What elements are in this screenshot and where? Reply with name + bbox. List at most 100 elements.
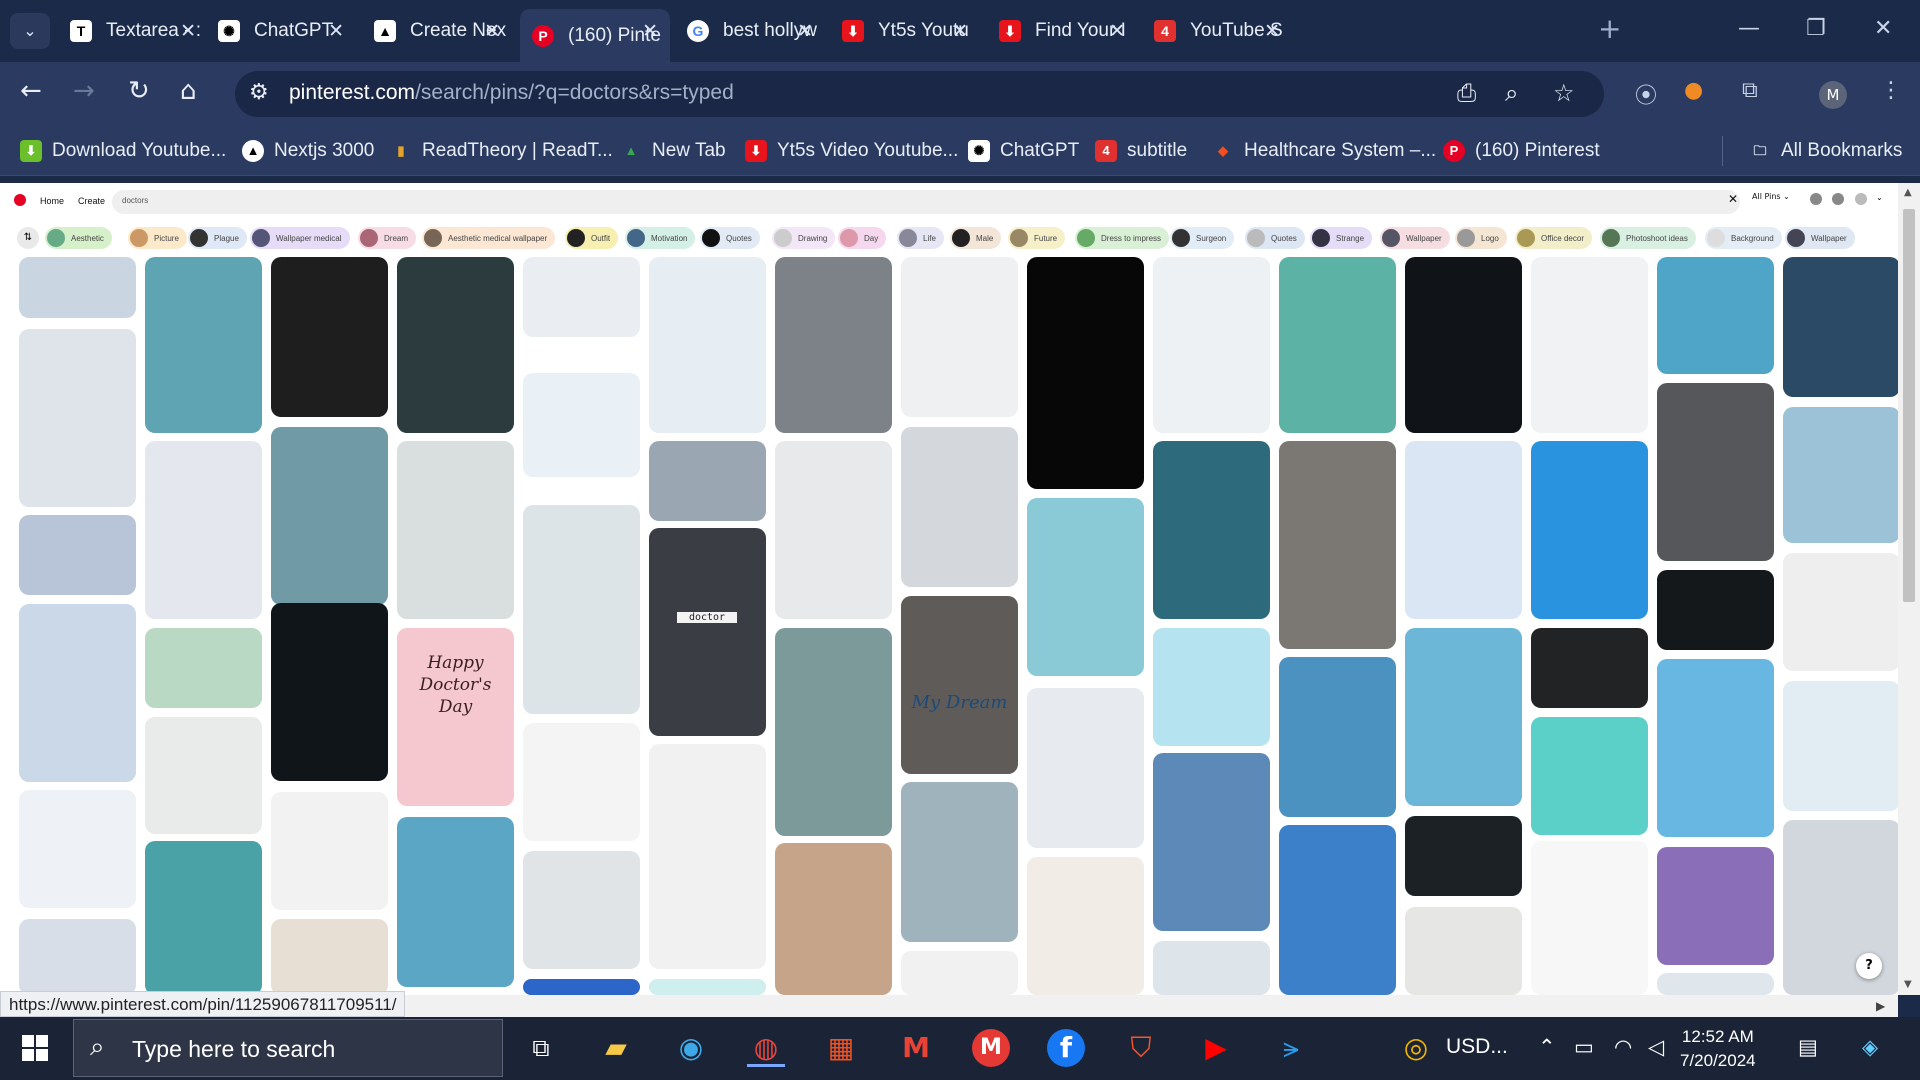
- tab-yt5s[interactable]: ⬇ Yt5s Youtu ✕: [830, 9, 980, 53]
- pin-card[interactable]: [901, 782, 1018, 942]
- chip-wallpaper[interactable]: Wallpaper: [1380, 227, 1450, 249]
- vscode-icon[interactable]: ⪫: [1272, 1029, 1310, 1067]
- pin-card[interactable]: [1027, 257, 1144, 489]
- pin-card[interactable]: [1405, 257, 1522, 433]
- bookmark-download-youtube[interactable]: ⬇ Download Youtube...: [20, 136, 226, 166]
- pin-card[interactable]: [649, 979, 766, 995]
- pin-card[interactable]: [19, 604, 136, 782]
- scrollbar-thumb[interactable]: [1903, 209, 1915, 602]
- windows-start-icon[interactable]: [22, 1035, 48, 1061]
- pin-card[interactable]: [1027, 498, 1144, 676]
- file-explorer-icon[interactable]: ▰: [597, 1029, 635, 1067]
- pin-card[interactable]: [1531, 257, 1648, 433]
- pin-card[interactable]: [775, 628, 892, 836]
- nav-create[interactable]: Create: [78, 196, 105, 206]
- restore-icon[interactable]: ❐: [1806, 16, 1826, 41]
- pin-card[interactable]: [1783, 257, 1900, 397]
- address-bar[interactable]: ⚙ pinterest.com/search/pins/?q=doctors&r…: [235, 71, 1604, 117]
- clear-search-icon[interactable]: ✕: [1728, 192, 1738, 206]
- battery-icon[interactable]: ▭: [1574, 1035, 1594, 1060]
- minimize-icon[interactable]: —: [1738, 16, 1760, 41]
- new-tab-plus-icon[interactable]: +: [1598, 12, 1621, 45]
- chip-motivation[interactable]: Motivation: [625, 227, 696, 249]
- pin-card[interactable]: [271, 257, 388, 417]
- pin-card[interactable]: [1657, 847, 1774, 965]
- store-icon[interactable]: ▦: [822, 1029, 860, 1067]
- forward-arrow-icon[interactable]: →: [73, 76, 95, 106]
- pin-card[interactable]: [19, 515, 136, 595]
- bookmark-subtitle[interactable]: 4 subtitle: [1095, 136, 1187, 166]
- tab-create-next[interactable]: ▲ Create Nex ✕: [362, 9, 512, 53]
- account-chevron-icon[interactable]: ⌄: [1876, 193, 1888, 205]
- chip-aesthetic[interactable]: Aesthetic: [45, 227, 112, 249]
- pin-card[interactable]: [1153, 628, 1270, 746]
- scroll-down-arrow-icon[interactable]: ▼: [1904, 979, 1912, 990]
- home-icon[interactable]: ⌂: [180, 76, 197, 106]
- close-icon[interactable]: ✕: [180, 20, 196, 43]
- pin-card[interactable]: [19, 257, 136, 318]
- pin-card[interactable]: [1153, 753, 1270, 931]
- extensions-puzzle-icon[interactable]: ⧉: [1742, 78, 1758, 103]
- profile-avatar-icon[interactable]: [1855, 193, 1867, 205]
- pin-card[interactable]: [523, 505, 640, 714]
- pin-card[interactable]: [19, 329, 136, 507]
- vertical-scrollbar[interactable]: ▲ ▼: [1898, 183, 1920, 995]
- chip-quotes[interactable]: Quotes: [1245, 227, 1305, 249]
- pin-card[interactable]: [1279, 657, 1396, 817]
- pin-card[interactable]: [1783, 820, 1900, 995]
- pinterest-logo-icon[interactable]: [14, 194, 26, 206]
- pin-card[interactable]: [1657, 973, 1774, 995]
- pin-card[interactable]: [1657, 570, 1774, 650]
- chip-wallpaper-medical[interactable]: Wallpaper medical: [250, 227, 350, 249]
- all-pins-dropdown[interactable]: All Pins ⌄: [1752, 192, 1796, 212]
- pin-card[interactable]: [523, 979, 640, 995]
- brave-icon[interactable]: ⛉: [1122, 1029, 1160, 1067]
- bookmark-new-tab[interactable]: ▲ New Tab: [620, 136, 726, 166]
- pin-card[interactable]: [1783, 407, 1900, 543]
- close-icon[interactable]: ✕: [1109, 20, 1125, 43]
- show-hidden-icons-chevron-icon[interactable]: ⌃: [1538, 1035, 1556, 1060]
- pin-card[interactable]: [1279, 441, 1396, 649]
- messages-icon[interactable]: [1832, 193, 1844, 205]
- copilot-icon[interactable]: ◈: [1862, 1035, 1878, 1060]
- pin-card[interactable]: [1405, 816, 1522, 896]
- chip-background[interactable]: Background: [1705, 227, 1782, 249]
- tab-google-search[interactable]: G best hollyw ✕: [675, 9, 825, 53]
- pin-card[interactable]: [1531, 628, 1648, 708]
- pin-card[interactable]: [1531, 441, 1648, 619]
- close-icon[interactable]: ✕: [952, 20, 968, 43]
- chip-outfit[interactable]: Outfit: [565, 227, 619, 249]
- pin-card[interactable]: [523, 723, 640, 841]
- bookmark-pinterest[interactable]: P (160) Pinterest: [1443, 136, 1600, 166]
- pin-card[interactable]: [271, 603, 388, 781]
- pin-card[interactable]: [775, 257, 892, 433]
- tab-find-your[interactable]: ⬇ Find Your I ✕: [987, 9, 1137, 53]
- facebook-icon[interactable]: f: [1047, 1029, 1085, 1067]
- task-view-icon[interactable]: ⧉: [522, 1029, 560, 1067]
- pin-card[interactable]: [901, 596, 1018, 774]
- nav-home[interactable]: Home: [40, 196, 64, 206]
- pin-card[interactable]: [397, 257, 514, 433]
- chip-strange[interactable]: Strange: [1310, 227, 1373, 249]
- extension-radio-icon[interactable]: ⦿: [1635, 78, 1657, 110]
- pin-card[interactable]: [1153, 941, 1270, 995]
- chip-picture[interactable]: Picture: [128, 227, 187, 249]
- pin-card[interactable]: [1657, 383, 1774, 561]
- pin-card[interactable]: [1405, 628, 1522, 806]
- pin-card[interactable]: [523, 373, 640, 477]
- pin-card[interactable]: [1783, 681, 1900, 811]
- bookmark-readtheory[interactable]: ▮ ReadTheory | ReadT...: [390, 136, 613, 166]
- site-settings-icon[interactable]: ⚙: [249, 80, 269, 105]
- pin-card[interactable]: [1531, 841, 1648, 995]
- close-icon[interactable]: ✕: [1264, 20, 1280, 43]
- chip-drawing[interactable]: Drawing: [772, 227, 836, 249]
- pin-card[interactable]: [397, 441, 514, 619]
- tab-youtube-s[interactable]: 4 YouTube S ✕: [1142, 9, 1292, 53]
- extension-fox-icon[interactable]: ●: [1684, 78, 1703, 103]
- zoom-icon[interactable]: ⌕: [1505, 79, 1518, 107]
- pin-card[interactable]: [19, 919, 136, 995]
- pin-card[interactable]: [1153, 441, 1270, 619]
- chip-surgeon[interactable]: Surgeon: [1170, 227, 1235, 249]
- pin-card[interactable]: [1657, 257, 1774, 374]
- chip-office-decor[interactable]: Office decor: [1515, 227, 1592, 249]
